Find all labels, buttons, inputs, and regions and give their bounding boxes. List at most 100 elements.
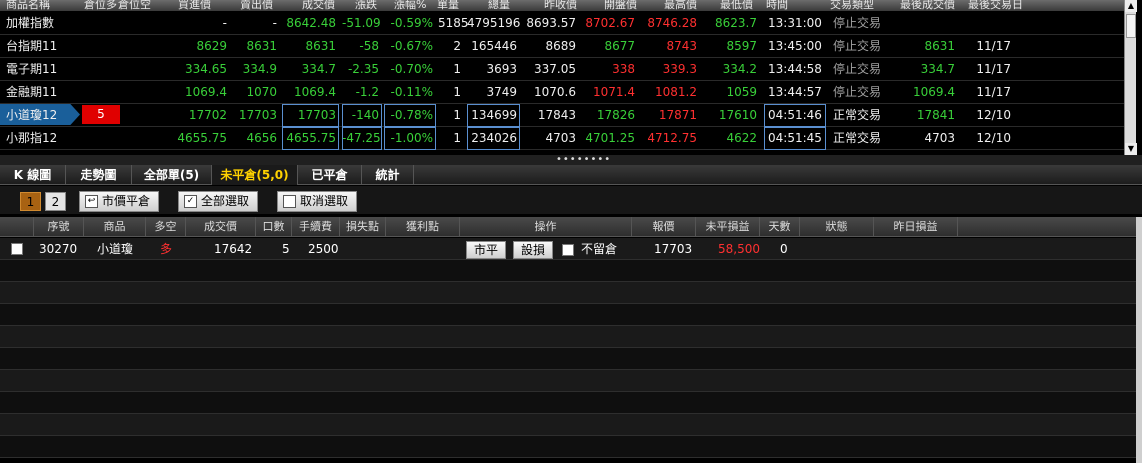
header-time[interactable]: 時間: [766, 0, 788, 12]
header-operation[interactable]: 操作: [460, 217, 632, 237]
header-last-trade[interactable]: 最後成交價: [900, 0, 955, 12]
quote-cell-time: 04:51:45: [764, 127, 826, 150]
quote-cell-time: 04:51:46: [764, 104, 826, 127]
quote-row[interactable]: 台指期11 8629 8631 8631 -58 -0.67% 2 165446 8689 867…: [0, 35, 1124, 58]
empty-row: [0, 260, 1136, 282]
set-stop-button[interactable]: 設損: [513, 241, 553, 259]
select-all-button[interactable]: ✓ 全部選取: [178, 191, 259, 212]
position-toolbar: 1 2 ↩ 市價平倉 ✓ 全部選取 取消選取: [0, 186, 1142, 214]
header-last[interactable]: 成交價: [302, 0, 335, 12]
quote-cell-total: 3693: [486, 62, 517, 76]
header-open[interactable]: 開盤價: [604, 0, 637, 12]
header-qty[interactable]: 口數: [256, 217, 292, 237]
tab-closed-positions[interactable]: 已平倉: [298, 165, 362, 185]
quote-row[interactable]: 加權指數 - -8642.48 -51.09 -0.59% 5185 4795196 8693…: [0, 12, 1124, 35]
header-state[interactable]: 狀態: [800, 217, 874, 237]
header-status[interactable]: 交易類型: [830, 0, 874, 12]
quote-cell-name[interactable]: 電子期11: [2, 58, 78, 81]
row-select-checkbox[interactable]: [11, 243, 23, 255]
quote-row[interactable]: 5 小道瓊12 17702 17703 17703 -140 -0.78% 1 134699 17…: [0, 104, 1124, 127]
quote-scrollbar[interactable]: ▲ ▼: [1124, 0, 1137, 155]
quote-cell-last-trade: 4703: [924, 131, 955, 145]
position-row[interactable]: 30270 小道瓊 多 17642 5 2500 市平 設損 不留倉 17703…: [0, 238, 1136, 260]
quote-cell-status: 正常交易: [833, 131, 882, 145]
quote-cell-change: -58: [359, 39, 379, 53]
quote-cell-last-day: 11/17: [976, 85, 1011, 99]
quote-cell-prev: 337.05: [534, 62, 576, 76]
checkbox-empty-icon: [283, 195, 296, 208]
header-name[interactable]: 商品名稱: [6, 0, 50, 12]
header-vol[interactable]: 單量: [437, 0, 459, 12]
header-side[interactable]: 多空: [146, 217, 186, 237]
quote-cell-vol: 5185: [438, 16, 469, 30]
header-high[interactable]: 最高價: [664, 0, 697, 12]
quote-cell-ask: 1070: [246, 85, 277, 99]
splitter-grip[interactable]: ••••••••: [556, 154, 611, 165]
market-close-button[interactable]: ↩ 市價平倉: [79, 191, 160, 212]
quote-cell-name[interactable]: 小那指12: [2, 127, 78, 150]
header-take-profit[interactable]: 獲利點: [386, 217, 460, 237]
tab-all-orders[interactable]: 全部單(5): [132, 165, 212, 185]
positions-scrollbar[interactable]: [1136, 217, 1142, 463]
page-2-button[interactable]: 2: [45, 192, 66, 211]
tab-trend[interactable]: 走勢圖: [66, 165, 132, 185]
quote-cell-vol: 1: [453, 85, 461, 99]
header-stop-loss[interactable]: 損失點: [340, 217, 386, 237]
tab-statistics[interactable]: 統計: [362, 165, 414, 185]
header-unrealized-pnl[interactable]: 未平損益: [696, 217, 760, 237]
short-position-badge[interactable]: 5: [82, 105, 120, 124]
close-at-market-button[interactable]: 市平: [466, 241, 506, 259]
quote-row[interactable]: 小那指12 4655.75 4656 4655.75 -47.25 -1.00% 1 2340…: [0, 127, 1124, 150]
quote-cell-last-trade: 17841: [916, 108, 955, 122]
quote-cell-open: 8677: [604, 39, 635, 53]
header-pos-long[interactable]: 倉位多: [84, 0, 117, 12]
no-overnight-label: 不留倉: [581, 242, 618, 256]
scroll-up-icon[interactable]: ▲: [1125, 0, 1137, 12]
tab-open-positions[interactable]: 未平倉(5,0): [212, 165, 298, 185]
no-overnight-checkbox[interactable]: [562, 244, 574, 256]
header-fee[interactable]: 手續費: [292, 217, 340, 237]
quote-row[interactable]: 電子期11 334.65 334.9 334.7 -2.35 -0.70% 1 3693 337…: [0, 58, 1124, 81]
quote-cell-low: 8597: [726, 39, 757, 53]
position-side: 多: [160, 242, 173, 256]
deselect-button[interactable]: 取消選取: [277, 191, 358, 212]
quote-row[interactable]: 金融期11 1069.4 1070 1069.4 -1.2 -0.11% 1 3749 1070…: [0, 81, 1124, 104]
header-price[interactable]: 成交價: [186, 217, 256, 237]
tab-bar: K 線圖 走勢圖 全部單(5) 未平倉(5,0) 已平倉 統計: [0, 165, 1142, 185]
header-pos-short[interactable]: 倉位空: [118, 0, 151, 12]
empty-row: [0, 282, 1136, 304]
pane-splitter[interactable]: ••••••••: [0, 154, 1142, 165]
header-prev[interactable]: 昨收價: [544, 0, 577, 12]
header-bid[interactable]: 買進價: [178, 0, 211, 12]
quote-cell-open: 8702.67: [585, 16, 635, 30]
quote-cell-change: -47.25: [342, 127, 382, 150]
quote-cell-bid: 334.65: [185, 62, 227, 76]
quote-cell-high: 17871: [658, 108, 697, 122]
quote-cell-open: 4701.25: [585, 131, 635, 145]
header-total[interactable]: 總量: [488, 0, 510, 12]
quote-cell-name[interactable]: 小道瓊12: [2, 104, 78, 127]
header-yesterday-pnl[interactable]: 昨日損益: [874, 217, 958, 237]
deselect-label: 取消選取: [300, 194, 349, 208]
header-product[interactable]: 商品: [84, 217, 146, 237]
quote-cell-name[interactable]: 加權指數: [2, 12, 78, 35]
header-days[interactable]: 天數: [760, 217, 800, 237]
quote-cell-name[interactable]: 金融期11: [2, 81, 78, 104]
quote-cell-low: 1059: [726, 85, 757, 99]
quote-cell-pct: -0.59%: [390, 16, 433, 30]
header-quote[interactable]: 報價: [632, 217, 696, 237]
quote-table-header: 商品名稱 倉位多 倉位空 買進價 賣出價 成交價 漲跌 漲幅% 單量 總量 昨收…: [0, 0, 1124, 11]
header-change[interactable]: 漲跌: [355, 0, 377, 12]
header-pct[interactable]: 漲幅%: [394, 0, 426, 12]
quote-cell-time: 13:31:00: [768, 16, 822, 30]
position-unrealized-pnl: 58,500: [718, 242, 760, 256]
header-seq[interactable]: 序號: [34, 217, 84, 237]
scroll-down-icon[interactable]: ▼: [1125, 143, 1137, 155]
quote-cell-name[interactable]: 台指期11: [2, 35, 78, 58]
header-last-day[interactable]: 最後交易日: [968, 0, 1023, 12]
header-low[interactable]: 最低價: [720, 0, 753, 12]
tab-kline[interactable]: K 線圖: [0, 165, 66, 185]
page-1-button[interactable]: 1: [20, 192, 41, 211]
header-ask[interactable]: 賣出價: [240, 0, 273, 12]
scroll-thumb[interactable]: [1126, 14, 1136, 38]
